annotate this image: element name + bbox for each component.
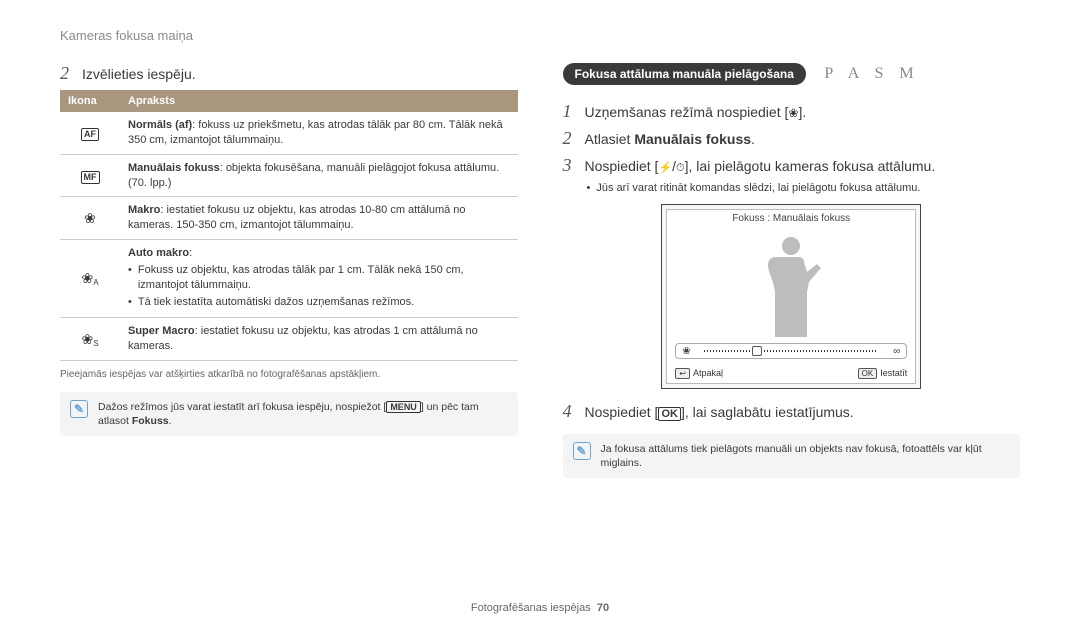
left-column: 2 Izvēlieties iespēju. Ikona Apraksts AF… — [60, 63, 518, 478]
th-desc: Apraksts — [120, 90, 518, 112]
step-1: 1 Uzņemšanas režīmā nospiediet [❀]. — [563, 101, 1021, 122]
note-box-right: ✎ Ja fokusa attālums tiek pielāgots manu… — [563, 434, 1021, 478]
focus-options-table: Ikona Apraksts AF Normāls (af): fokuss u… — [60, 90, 518, 361]
preview-figure — [667, 227, 915, 337]
set-button[interactable]: OKIestatīt — [858, 368, 908, 379]
icon-cell-af: AF — [60, 112, 120, 154]
flower-icon: ❀ — [81, 331, 93, 347]
flower-icon: ❀ — [84, 210, 96, 226]
flower-icon: ❀ — [81, 270, 93, 286]
step-number: 2 — [563, 128, 585, 149]
icon-cell-smacro: ❀S — [60, 318, 120, 361]
step-2: 2 Izvēlieties iespēju. — [60, 63, 518, 84]
desc-cell-smacro: Super Macro: iestatiet fokusu uz objektu… — [120, 318, 518, 361]
back-key-icon: ↩ — [675, 368, 690, 379]
two-column-layout: 2 Izvēlieties iespēju. Ikona Apraksts AF… — [60, 63, 1020, 478]
ok-key-icon: OK — [658, 407, 681, 421]
section-heading-row: Fokusa attāluma manuāla pielāgošana P A … — [563, 63, 1021, 85]
section-pill: Fokusa attāluma manuāla pielāgošana — [563, 63, 806, 85]
note-box-left: ✎ Dažos režīmos jūs varat iestatīt arī f… — [60, 392, 518, 436]
desc-cell-macro: Makro: iestatiet fokusu uz objektu, kas … — [120, 197, 518, 240]
note-text: Ja fokusa attālums tiek pielāgots manuāl… — [601, 442, 1011, 470]
info-icon: ✎ — [573, 442, 591, 460]
mf-icon: MF — [81, 171, 100, 184]
af-icon: AF — [81, 128, 99, 141]
availability-footnote: Pieejamās iespējas var atšķirties atkarī… — [60, 369, 518, 380]
camera-preview: Fokuss : Manuālais fokuss ❀ ∞ ↩Atpakaļ O… — [661, 204, 921, 389]
icon-cell-amacro: ❀A — [60, 240, 120, 318]
note-text: Dažos režīmos jūs varat iestatīt arī fok… — [98, 400, 508, 428]
desc-cell-af: Normāls (af): fokuss uz priekšmetu, kas … — [120, 112, 518, 154]
mode-letters: P A S M — [824, 65, 919, 83]
step-number: 4 — [563, 401, 585, 422]
slider-scale — [704, 350, 878, 352]
step-3: 3 Nospiediet [/], lai pielāgotu kameras … — [563, 155, 1021, 176]
page-footer: Fotografēšanas iespējas 70 — [0, 602, 1080, 614]
bolt-icon — [658, 158, 672, 174]
step-4: 4 Nospiediet [OK], lai saglabātu iestatī… — [563, 401, 1021, 422]
slider-right-icon: ∞ — [893, 346, 900, 357]
desc-cell-amacro: Auto makro: Fokuss uz objektu, kas atrod… — [120, 240, 518, 318]
step-3-sub: Jūs arī varat ritināt komandas slēdzi, l… — [587, 182, 1021, 194]
ok-key-icon: OK — [858, 368, 878, 379]
th-icon: Ikona — [60, 90, 120, 112]
focus-slider[interactable]: ❀ ∞ — [675, 343, 907, 359]
menu-key-icon: MENU — [386, 401, 421, 413]
step-number: 2 — [60, 63, 82, 84]
flower-icon: ❀ — [788, 106, 798, 120]
desc-cell-mf: Manuālais fokuss: objekta fokusēšana, ma… — [120, 154, 518, 197]
preview-bottom-bar: ↩Atpakaļ OKIestatīt — [667, 365, 915, 383]
step-number: 1 — [563, 101, 585, 122]
icon-cell-mf: MF — [60, 154, 120, 197]
info-icon: ✎ — [70, 400, 88, 418]
back-button[interactable]: ↩Atpakaļ — [675, 368, 723, 379]
step-2r: 2 Atlasiet Manuālais fokuss. — [563, 128, 1021, 149]
slider-thumb[interactable] — [752, 346, 762, 356]
step-text: Nospiediet [OK], lai saglabātu iestatīju… — [585, 404, 854, 420]
step-number: 3 — [563, 155, 585, 176]
icon-cell-macro: ❀ — [60, 197, 120, 240]
timer-icon — [676, 158, 685, 174]
page-header-title: Kameras fokusa maiņa — [60, 28, 1020, 43]
step-text: Uzņemšanas režīmā nospiediet [❀]. — [585, 104, 807, 120]
step-text: Atlasiet Manuālais fokuss. — [585, 131, 755, 147]
person-silhouette-icon — [761, 237, 821, 337]
slider-left-icon: ❀ — [682, 346, 690, 357]
step-text: Izvēlieties iespēju. — [82, 66, 196, 82]
step-text: Nospiediet [/], lai pielāgotu kameras fo… — [585, 158, 936, 175]
right-column: Fokusa attāluma manuāla pielāgošana P A … — [563, 63, 1021, 478]
preview-title: Fokuss : Manuālais fokuss — [667, 210, 915, 227]
